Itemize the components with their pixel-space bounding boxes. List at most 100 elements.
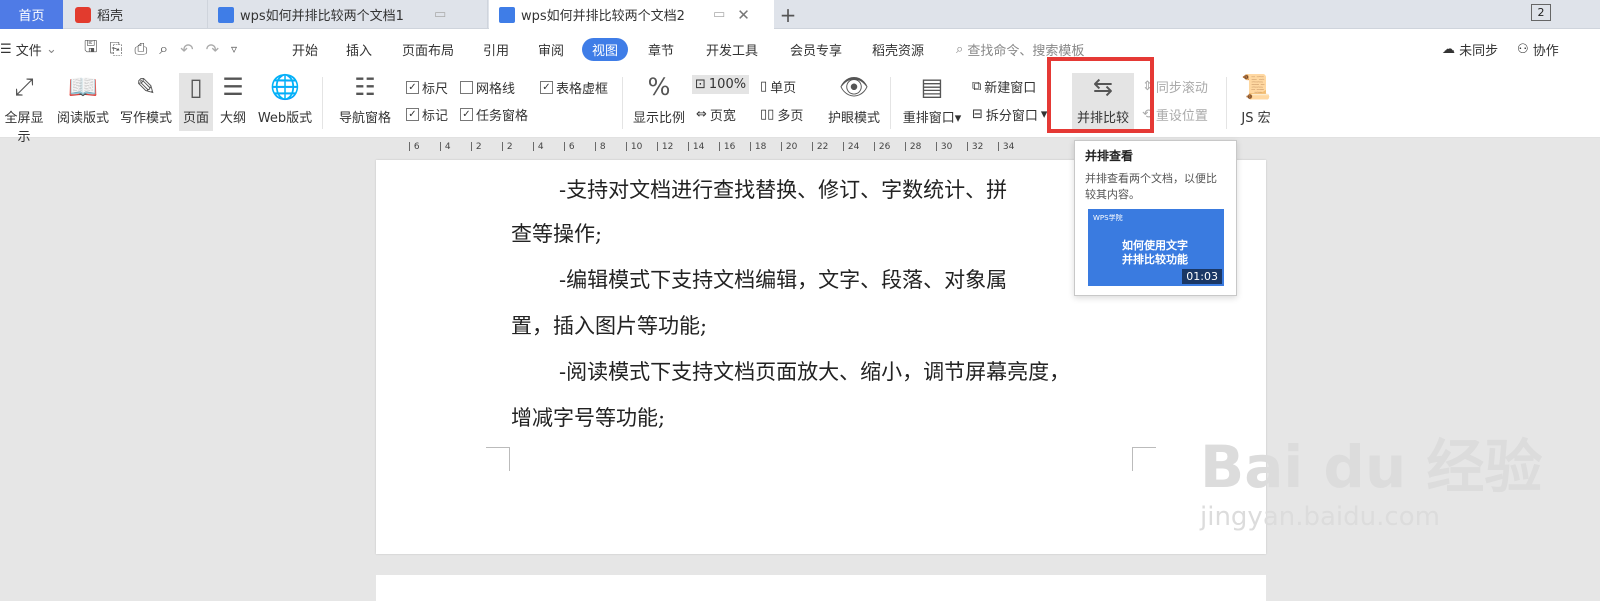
- task-pane-checkbox[interactable]: ✓ 任务窗格: [460, 105, 528, 124]
- menu-bar: ☰ 文件 ⌄ 🖫 ⎘ ⎙ ⌕ ↶ ↷ ▿ 开始 插入 页面布局 引用 审阅 视图…: [0, 29, 1600, 69]
- check-icon: ✓: [460, 108, 473, 121]
- customize-icon[interactable]: ▿: [231, 42, 237, 56]
- margin-corner-mark: [1132, 447, 1156, 471]
- zoom-100-button[interactable]: ⊡ 100%: [692, 75, 750, 94]
- fullscreen-button[interactable]: ⤢ 全屏显示: [0, 73, 48, 145]
- ruler-tick-label: | 30: [935, 142, 953, 152]
- multi-page-icon: ▯▯: [760, 107, 775, 122]
- print-icon[interactable]: ⎙: [134, 39, 147, 59]
- eye-icon: 👁: [838, 73, 870, 101]
- menu-item-layout[interactable]: 页面布局: [402, 29, 454, 69]
- ruler-tick-label: | 12: [656, 142, 674, 152]
- sync-status[interactable]: ☁ 未同步: [1442, 29, 1498, 69]
- check-icon: ✓: [406, 81, 419, 94]
- file-menu[interactable]: ☰ 文件 ⌄: [0, 29, 57, 69]
- ruler-tick-label: | 14: [687, 142, 705, 152]
- cloud-icon: ▭: [712, 7, 726, 22]
- doc-line: -阅读模式下支持文档页面放大、缩小，调节屏幕亮度，: [559, 360, 1071, 384]
- doc-line: 增减字号等功能;: [511, 406, 666, 430]
- reading-mode-button[interactable]: 📖 阅读版式: [55, 73, 111, 126]
- ruler-tick-label: | 22: [811, 142, 829, 152]
- tab-bar: 首页 稻壳 wps如何并排比较两个文档1 ▭ wps如何并排比较两个文档2 ▭ …: [0, 0, 1600, 29]
- menu-item-chapter[interactable]: 章节: [648, 29, 674, 69]
- highlight-box: [1047, 57, 1154, 133]
- rearrange-windows-button[interactable]: ▤ 重排窗口▾: [898, 73, 966, 126]
- ruler-checkbox[interactable]: ✓ 标尺: [406, 78, 448, 97]
- video-thumbnail[interactable]: WPS学院 如何使用文字 并排比较功能 01:03: [1088, 209, 1224, 286]
- menu-item-start[interactable]: 开始: [292, 29, 318, 69]
- marks-checkbox[interactable]: ✓ 标记: [406, 105, 448, 124]
- new-window-button[interactable]: ⧉ 新建窗口: [972, 77, 1036, 96]
- menu-item-references[interactable]: 引用: [483, 29, 509, 69]
- ruler-tick-label: | 32: [966, 142, 984, 152]
- cloud-icon: ☁: [1442, 41, 1460, 57]
- js-macro-button[interactable]: 📜 JS 宏: [1232, 73, 1280, 126]
- hamburger-icon: ☰: [0, 41, 16, 57]
- page-width-button[interactable]: ⇔ 页宽: [696, 105, 736, 124]
- ruler-tick-label: | 2: [470, 142, 482, 152]
- ruler-tick-label: | 34: [997, 142, 1015, 152]
- ruler-tick-label: | 6: [408, 142, 420, 152]
- separator: [1226, 77, 1227, 129]
- eye-care-button[interactable]: 👁 护眼模式: [824, 73, 884, 126]
- writing-mode-button[interactable]: ✎ 写作模式: [118, 73, 174, 126]
- tab-daoke[interactable]: 稻壳: [63, 0, 208, 29]
- next-page[interactable]: [376, 575, 1266, 601]
- page-icon: ▯: [189, 73, 203, 101]
- doc-line: 置，插入图片等功能;: [511, 314, 708, 338]
- split-window-button[interactable]: ⊟ 拆分窗口 ▾: [972, 105, 1047, 124]
- separator: [322, 77, 323, 129]
- close-icon[interactable]: ✕: [737, 6, 750, 24]
- tooltip-desc: 并排查看两个文档，以便比较其内容。: [1085, 172, 1217, 201]
- ruler-tick-label: | 4: [439, 142, 451, 152]
- redo-icon[interactable]: ↷: [206, 40, 219, 59]
- single-page-button[interactable]: ▯ 单页: [760, 77, 796, 96]
- book-icon: 📖: [68, 73, 98, 101]
- menu-item-view[interactable]: 视图: [582, 29, 629, 69]
- new-tab-button[interactable]: +: [776, 0, 800, 29]
- menu-item-daoke[interactable]: 稻壳资源: [872, 29, 924, 69]
- page-view-button[interactable]: ▯ 页面: [179, 73, 213, 131]
- zoom-button[interactable]: % 显示比例: [630, 73, 688, 126]
- undo-icon[interactable]: ↶: [180, 40, 193, 59]
- doc-line: 查等操作;: [511, 222, 603, 246]
- outline-button[interactable]: ☰ 大纲: [217, 73, 249, 126]
- ruler-tick-label: | 18: [749, 142, 767, 152]
- menu-item-review[interactable]: 审阅: [538, 29, 564, 69]
- print-preview-icon[interactable]: ⌕: [159, 39, 168, 59]
- ratio-icon: ⊡: [695, 77, 706, 92]
- separator: [622, 77, 623, 129]
- ruler-tick-label: | 8: [594, 142, 606, 152]
- export-pdf-icon[interactable]: ⎘: [110, 39, 123, 59]
- window-count-button[interactable]: 2: [1531, 4, 1551, 21]
- outline-icon: ☰: [222, 73, 244, 101]
- ruler-tick-label: | 28: [904, 142, 922, 152]
- multi-page-button[interactable]: ▯▯ 多页: [760, 105, 803, 124]
- menu-item-member[interactable]: 会员专享: [790, 29, 842, 69]
- ruler-tick-label: | 20: [780, 142, 798, 152]
- collaborate-button[interactable]: ⚇ 协作: [1517, 29, 1559, 69]
- save-icon[interactable]: 🖫: [84, 36, 98, 63]
- menu-item-insert[interactable]: 插入: [346, 29, 372, 69]
- doc-line: -编辑模式下支持文档编辑，文字、段落、对象属: [559, 268, 1008, 292]
- quick-access-toolbar: 🖫 ⎘ ⎙ ⌕ ↶ ↷ ▿: [84, 29, 237, 69]
- check-icon: ✓: [406, 108, 419, 121]
- menu-item-developer[interactable]: 开发工具: [706, 29, 758, 69]
- thumb-logo: WPS学院: [1093, 214, 1123, 222]
- ruler-tick-label: | 16: [718, 142, 736, 152]
- tab-doc2[interactable]: wps如何并排比较两个文档2 ▭ ✕: [489, 0, 774, 29]
- gridlines-checkbox[interactable]: 网格线: [460, 78, 515, 97]
- page-icon: ▯: [760, 79, 768, 94]
- tab-home[interactable]: 首页: [0, 0, 63, 29]
- table-gridlines-checkbox[interactable]: ✓ 表格虚框: [540, 78, 608, 97]
- ruler-tick-label: | 6: [563, 142, 575, 152]
- chevron-down-icon: ▾: [954, 111, 962, 126]
- fullscreen-icon: ⤢: [14, 73, 34, 101]
- nav-pane-button[interactable]: ☷ 导航窗格: [332, 73, 398, 126]
- zoom-icon: %: [647, 73, 671, 101]
- globe-icon: 🌐: [270, 73, 300, 101]
- check-icon: ✓: [540, 81, 553, 94]
- new-window-icon: ⧉: [972, 79, 982, 94]
- tab-doc1[interactable]: wps如何并排比较两个文档1 ▭: [208, 0, 488, 29]
- web-layout-button[interactable]: 🌐 Web版式: [255, 73, 315, 126]
